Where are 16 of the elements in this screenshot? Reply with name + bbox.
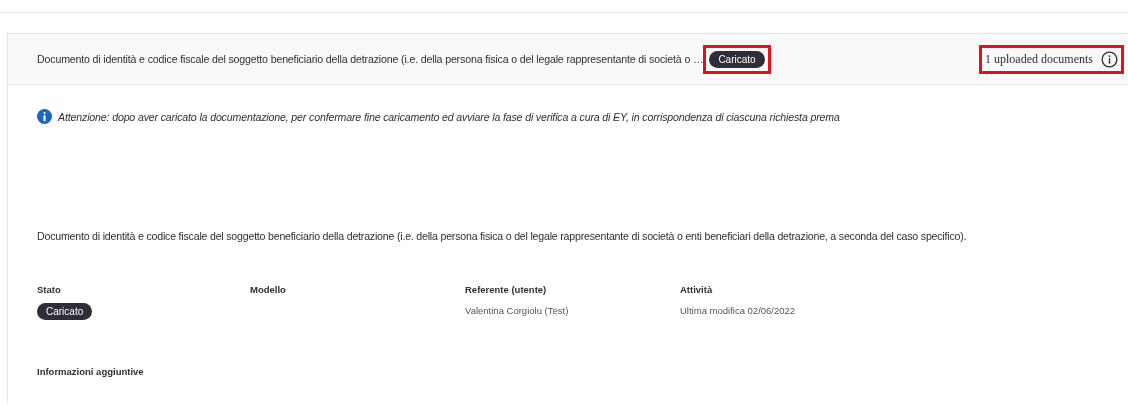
uploaded-count: 1 uploaded documents [985, 51, 1093, 67]
field-label: Stato [37, 284, 62, 295]
field-value: Valentina Corgiolu (Test) [465, 305, 570, 316]
panel-header[interactable]: Documento di identità e codice fiscale del soggetto beneficiario della detrazione (i.e. della persona fisica o del legale rappresentante di società o … Caricato 1 uploaded documents [8, 33, 1128, 85]
notice-text: Attenzione: dopo aver caricato la documentazione, per confermare fine caricamento ed avviare la fase di verifica a cura di EY, in corrispondenza di ciascuna richiesta prema [58, 110, 840, 123]
status-badge: Caricato [709, 50, 765, 68]
field-value: Ultima modifica 02/06/2022 [680, 305, 797, 316]
section-label: Informazioni aggiuntive [37, 366, 145, 377]
field-label: Modello [250, 284, 287, 295]
status-badge: Caricato [37, 303, 93, 320]
document-title: Documento di identità e codice fiscale del soggetto beneficiario della detrazione (i.e. della persona fisica o del legale rappresentante di società o … [37, 53, 704, 65]
info-icon[interactable] [1101, 50, 1118, 68]
field-label: Attività [680, 284, 714, 295]
document-description: Documento di identità e codice fiscale del soggetto beneficiario della detrazione (i.e. della persona fisica o del legale rappresentante di società o enti beneficiari della detrazione, a seconda del caso specifico). [37, 230, 968, 242]
field-label: Referente (utente) [465, 284, 548, 295]
info-icon [37, 109, 52, 124]
